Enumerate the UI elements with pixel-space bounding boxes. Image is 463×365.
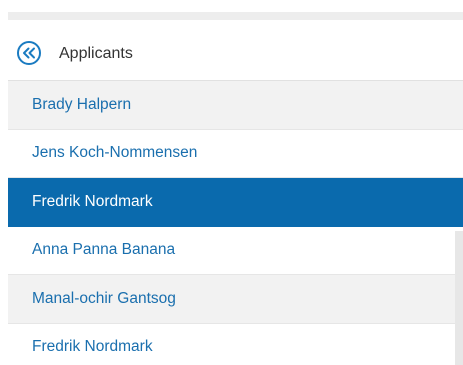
- page: Applicants Brady Halpern Jens Koch-Nomme…: [0, 0, 463, 365]
- top-divider: [8, 12, 463, 20]
- applicant-name: Fredrik Nordmark: [32, 192, 153, 210]
- applicant-name: Jens Koch-Nommensen: [32, 144, 198, 162]
- list-item-applicant[interactable]: Brady Halpern: [8, 81, 463, 130]
- double-chevron-left-icon: [22, 47, 36, 59]
- list-item-applicant-selected[interactable]: Fredrik Nordmark: [8, 178, 463, 227]
- panel-title: Applicants: [59, 45, 133, 62]
- collapse-panel-button[interactable]: [17, 41, 41, 65]
- list-item-applicant[interactable]: Manal-ochir Gantsog: [8, 275, 463, 324]
- applicants-panel: Applicants Brady Halpern Jens Koch-Nomme…: [8, 20, 463, 365]
- list-item-applicant[interactable]: Jens Koch-Nommensen: [8, 129, 463, 178]
- applicant-name: Manal-ochir Gantsog: [32, 289, 176, 307]
- list-item-applicant[interactable]: Fredrik Nordmark: [8, 323, 463, 365]
- applicant-name: Brady Halpern: [32, 95, 132, 113]
- applicant-name: Anna Panna Banana: [32, 241, 176, 259]
- applicant-name: Fredrik Nordmark: [32, 338, 153, 356]
- applicants-list: Brady Halpern Jens Koch-Nommensen Fredri…: [8, 81, 463, 365]
- panel-header: Applicants: [8, 28, 463, 81]
- list-item-applicant[interactable]: Anna Panna Banana: [8, 226, 463, 275]
- scrollbar[interactable]: [455, 231, 463, 365]
